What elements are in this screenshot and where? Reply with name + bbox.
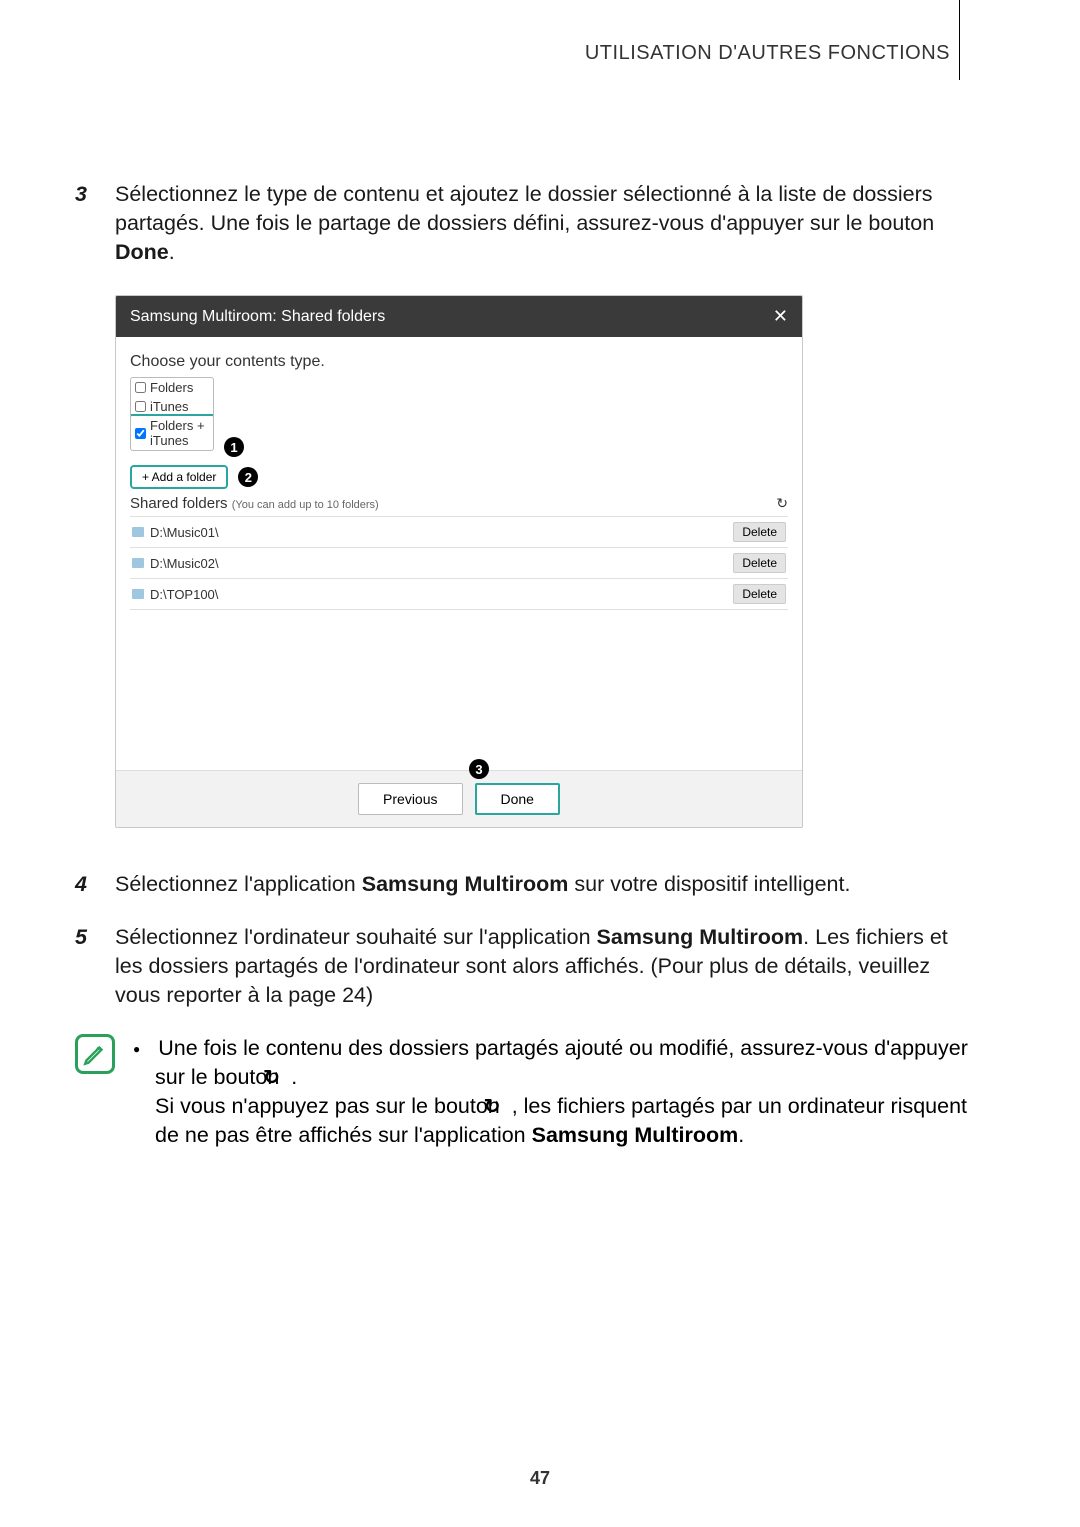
shared-folder-list: D:\Music01\ Delete D:\Music02\ Delete D:… — [130, 516, 788, 610]
text: . — [285, 1065, 297, 1089]
checkbox-icon[interactable] — [135, 401, 146, 412]
text: Sélectionnez l'ordinateur souhaité sur l… — [115, 925, 597, 949]
folder-path: D:\TOP100\ — [150, 587, 218, 602]
page-edge-rule — [959, 0, 960, 80]
type-option-folders[interactable]: Folders — [131, 378, 213, 397]
callout-badge-2: 2 — [238, 467, 258, 487]
dialog-titlebar: Samsung Multiroom: Shared folders ✕ — [116, 296, 802, 337]
folder-icon — [132, 558, 144, 568]
option-label: Folders + iTunes — [150, 418, 209, 448]
text: sur votre dispositif intelligent. — [568, 872, 850, 896]
option-label: Folders — [150, 380, 193, 395]
dialog-body: Choose your contents type. Folders iTune… — [116, 337, 802, 770]
step-number: 3 — [75, 180, 115, 267]
bold: Samsung Multiroom — [362, 872, 569, 896]
folder-row: D:\TOP100\ Delete — [130, 579, 788, 610]
choose-contents-label: Choose your contents type. — [130, 353, 788, 371]
text: Sélectionnez le type de contenu et ajout… — [115, 182, 934, 235]
step-4: 4 Sélectionnez l'application Samsung Mul… — [75, 870, 970, 899]
text: . — [169, 240, 175, 264]
option-label: iTunes — [150, 399, 189, 414]
delete-button[interactable]: Delete — [733, 553, 786, 573]
folder-path: D:\Music02\ — [150, 556, 219, 571]
folder-icon — [132, 527, 144, 537]
page-content: 3 Sélectionnez le type de contenu et ajo… — [75, 180, 970, 1150]
dialog-footer: 3 Previous Done — [116, 770, 802, 827]
step-number: 4 — [75, 870, 115, 899]
done-button[interactable]: Done — [475, 783, 560, 815]
shared-label-sub: (You can add up to 10 folders) — [232, 499, 379, 511]
delete-button[interactable]: Delete — [733, 584, 786, 604]
note-pencil-icon — [75, 1034, 115, 1074]
text: Si vous n'appuyez pas sur le bouton — [155, 1094, 506, 1118]
note-block: Une fois le contenu des dossiers partagé… — [75, 1034, 970, 1150]
add-folder-button[interactable]: + Add a folder — [130, 465, 228, 489]
page-number: 47 — [0, 1468, 1080, 1489]
type-option-both[interactable]: Folders + iTunes — [130, 414, 214, 451]
bold: Done — [115, 240, 169, 264]
note-text: Une fois le contenu des dossiers partagé… — [133, 1034, 970, 1150]
folder-row: D:\Music02\ Delete — [130, 548, 788, 579]
folder-path: D:\Music01\ — [150, 525, 219, 540]
bold: Samsung Multiroom — [532, 1123, 739, 1147]
step-text: Sélectionnez l'application Samsung Multi… — [115, 870, 970, 899]
close-icon[interactable]: ✕ — [773, 306, 788, 327]
text: . — [738, 1123, 744, 1147]
section-heading: UTILISATION D'AUTRES FONCTIONS — [585, 42, 950, 65]
text: Sélectionnez l'application — [115, 872, 362, 896]
step-text: Sélectionnez le type de contenu et ajout… — [115, 180, 970, 267]
step-text: Sélectionnez l'ordinateur souhaité sur l… — [115, 923, 970, 1010]
callout-badge-1: 1 — [224, 437, 244, 457]
step-3: 3 Sélectionnez le type de contenu et ajo… — [75, 180, 970, 267]
dialog-title-text: Samsung Multiroom: Shared folders — [130, 308, 385, 326]
checkbox-icon[interactable] — [135, 382, 146, 393]
folder-icon — [132, 589, 144, 599]
shared-folders-header: Shared folders (You can add up to 10 fol… — [130, 495, 788, 512]
step-5: 5 Sélectionnez l'ordinateur souhaité sur… — [75, 923, 970, 1010]
checkbox-icon[interactable] — [135, 428, 146, 439]
previous-button[interactable]: Previous — [358, 783, 462, 815]
step-number: 5 — [75, 923, 115, 1010]
delete-button[interactable]: Delete — [733, 522, 786, 542]
callout-badge-3: 3 — [469, 759, 489, 779]
bold: Samsung Multiroom — [597, 925, 804, 949]
shared-folders-dialog: Samsung Multiroom: Shared folders ✕ Choo… — [115, 295, 803, 828]
folder-row: D:\Music01\ Delete — [130, 517, 788, 548]
contents-type-select[interactable]: Folders iTunes Folders + iTunes — [130, 377, 214, 451]
refresh-icon[interactable]: ↻ — [776, 495, 788, 512]
shared-label-text: Shared folders — [130, 495, 232, 512]
